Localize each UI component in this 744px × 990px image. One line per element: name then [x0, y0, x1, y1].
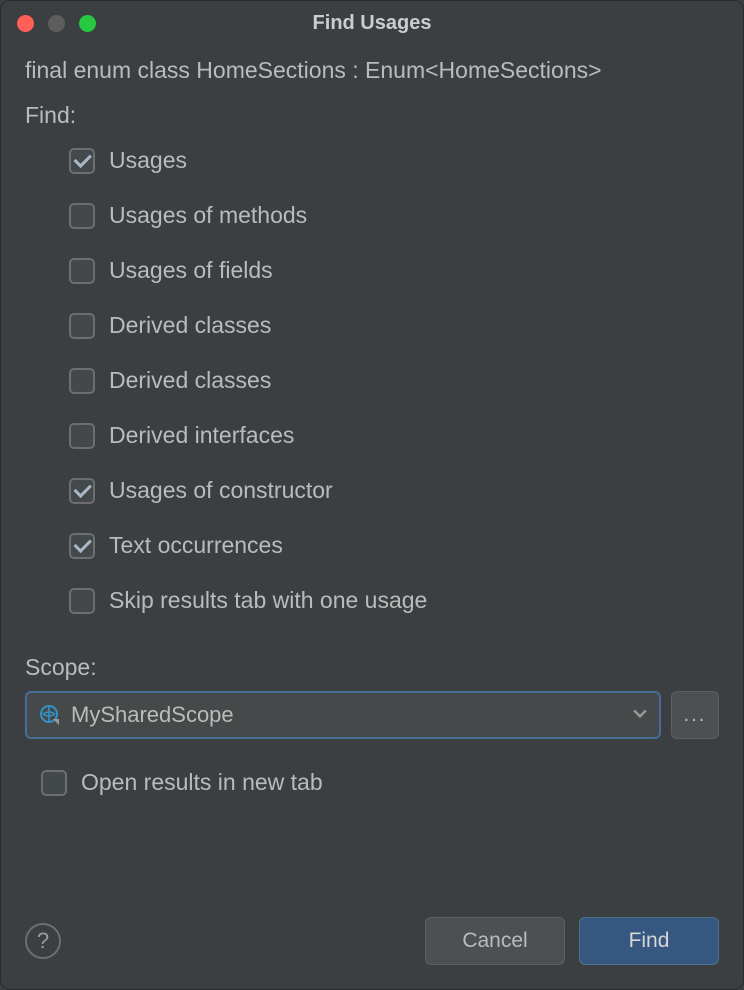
scope-value: MySharedScope [71, 702, 633, 728]
checkbox-derived-classes-2[interactable] [69, 368, 95, 394]
label-text-occurrences: Text occurrences [109, 532, 283, 559]
scope-more-button[interactable]: ... [671, 691, 719, 739]
option-usages: Usages [69, 147, 719, 174]
option-open-new-tab: Open results in new tab [25, 769, 719, 796]
chevron-down-icon [633, 706, 647, 724]
checkbox-usages[interactable] [69, 148, 95, 174]
label-derived-classes-1: Derived classes [109, 312, 271, 339]
find-options-list: Usages Usages of methods Usages of field… [25, 147, 719, 614]
dialog-footer: ? Cancel Find [1, 917, 743, 989]
titlebar: Find Usages [1, 1, 743, 45]
option-derived-classes-1: Derived classes [69, 312, 719, 339]
class-signature: final enum class HomeSections : Enum<Hom… [25, 57, 719, 84]
help-button[interactable]: ? [25, 923, 61, 959]
find-usages-dialog: Find Usages final enum class HomeSection… [0, 0, 744, 990]
option-usages-fields: Usages of fields [69, 257, 719, 284]
cancel-button[interactable]: Cancel [425, 917, 565, 965]
window-maximize-button[interactable] [79, 15, 96, 32]
label-usages: Usages [109, 147, 187, 174]
scope-label: Scope: [25, 654, 719, 681]
dialog-content: final enum class HomeSections : Enum<Hom… [1, 45, 743, 917]
option-text-occurrences: Text occurrences [69, 532, 719, 559]
scope-select[interactable]: MySharedScope [25, 691, 661, 739]
checkbox-text-occurrences[interactable] [69, 533, 95, 559]
window-close-button[interactable] [17, 15, 34, 32]
label-usages-methods: Usages of methods [109, 202, 307, 229]
find-label: Find: [25, 102, 719, 129]
option-usages-methods: Usages of methods [69, 202, 719, 229]
scope-icon [39, 704, 61, 726]
label-derived-interfaces: Derived interfaces [109, 422, 294, 449]
checkbox-derived-classes-1[interactable] [69, 313, 95, 339]
label-derived-classes-2: Derived classes [109, 367, 271, 394]
option-derived-interfaces: Derived interfaces [69, 422, 719, 449]
label-usages-fields: Usages of fields [109, 257, 273, 284]
label-open-new-tab: Open results in new tab [81, 769, 323, 796]
label-usages-constructor: Usages of constructor [109, 477, 333, 504]
option-skip-results-tab: Skip results tab with one usage [69, 587, 719, 614]
option-derived-classes-2: Derived classes [69, 367, 719, 394]
window-minimize-button[interactable] [48, 15, 65, 32]
option-usages-constructor: Usages of constructor [69, 477, 719, 504]
label-skip-results-tab: Skip results tab with one usage [109, 587, 427, 614]
checkbox-open-new-tab[interactable] [41, 770, 67, 796]
checkbox-skip-results-tab[interactable] [69, 588, 95, 614]
checkbox-usages-fields[interactable] [69, 258, 95, 284]
find-button[interactable]: Find [579, 917, 719, 965]
checkbox-derived-interfaces[interactable] [69, 423, 95, 449]
checkbox-usages-constructor[interactable] [69, 478, 95, 504]
window-controls [17, 15, 96, 32]
checkbox-usages-methods[interactable] [69, 203, 95, 229]
window-title: Find Usages [313, 12, 432, 35]
scope-row: MySharedScope ... [25, 691, 719, 739]
